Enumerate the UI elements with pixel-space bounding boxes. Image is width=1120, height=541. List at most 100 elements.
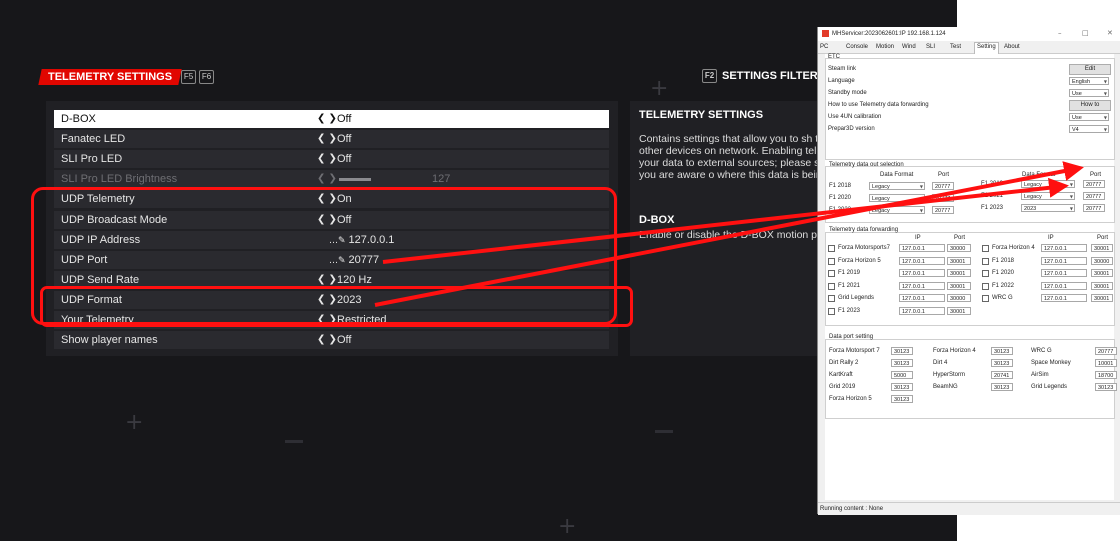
out-format-f1-2018[interactable]: Legacy ▼ xyxy=(869,182,925,190)
tab-console[interactable]: Console xyxy=(846,44,868,50)
tab-wind[interactable]: Wind xyxy=(902,44,916,50)
out-format-f1-2023[interactable]: 2023 ▼ xyxy=(1021,204,1075,212)
port-value-kartkraft[interactable]: 5000 xyxy=(891,371,913,379)
forward-ip-grid-legends[interactable]: 127.0.0.1 xyxy=(899,294,945,302)
forward-ip-wrc-g[interactable]: 127.0.0.1 xyxy=(1041,294,1087,302)
maximize-icon[interactable]: □ xyxy=(1082,29,1089,37)
port-value-wrc-g[interactable]: 20777 xyxy=(1095,347,1117,355)
forward-port-f1-2022[interactable]: 30001 xyxy=(1091,281,1113,290)
forward-port-f1-2020[interactable]: 30001 xyxy=(1091,269,1113,277)
window-titlebar[interactable]: MHServicer:2023062601:IP 192.168.1.124 –… xyxy=(818,27,1120,41)
forward-ip-f1-2018[interactable]: 127.0.0.1 xyxy=(1041,256,1087,265)
port-value-airsim[interactable]: 18700 xyxy=(1095,371,1117,379)
etc-steam-link-button[interactable]: Edit xyxy=(1069,64,1111,75)
tab-pc[interactable]: PC xyxy=(820,44,828,50)
port-value-grid-legends[interactable]: 30123 xyxy=(1095,383,1117,391)
forward-checkbox-f1-2019[interactable] xyxy=(828,270,835,277)
forward-checkbox-wrc-g[interactable] xyxy=(982,295,989,302)
arrows-icon[interactable]: ❮ ❯ xyxy=(317,130,337,148)
forward-port-forza-motorsports7[interactable]: 30000 xyxy=(947,244,971,252)
forward-port-f1-2023[interactable]: 30001 xyxy=(947,306,971,315)
etc-use-4un-calibration-select[interactable]: Use ▼ xyxy=(1069,113,1109,121)
setting-row-sli-pro-led[interactable]: SLI Pro LED ❮ ❯ Off xyxy=(54,150,609,169)
out-port-f1-2022[interactable]: 20777 xyxy=(932,206,954,214)
forward-port-grid-legends[interactable]: 30000 xyxy=(947,294,971,302)
port-value-forza-motorsport-7[interactable]: 30123 xyxy=(891,347,913,355)
forward-port-f1-2019[interactable]: 30001 xyxy=(947,269,971,277)
forward-ip-f1-2019[interactable]: 127.0.0.1 xyxy=(899,269,945,277)
forward-port-forza-horizon-4[interactable]: 30001 xyxy=(1091,244,1113,252)
forward-port-f1-2021[interactable]: 30001 xyxy=(947,281,971,290)
minimize-icon[interactable]: – xyxy=(1058,29,1062,37)
window-tabs: PC Console Motion Wind SLI Test Setting About xyxy=(818,42,1120,54)
forward-ip-forza-motorsports7[interactable]: 127.0.0.1 xyxy=(899,244,945,252)
port-value-beamng[interactable]: 30123 xyxy=(991,383,1013,391)
setting-row-udp-ip-address[interactable]: UDP IP Address …✎ 127.0.0.1 xyxy=(54,230,609,249)
out-format-f1-2020[interactable]: Legacy ▼ xyxy=(869,194,925,202)
tab-motion[interactable]: Motion xyxy=(876,44,894,50)
forward-ip-forza-horizon-5[interactable]: 127.0.0.1 xyxy=(899,256,945,265)
forward-ip-f1-2023[interactable]: 127.0.0.1 xyxy=(899,306,945,315)
setting-row-udp-send-rate[interactable]: UDP Send Rate ❮ ❯ 120 Hz xyxy=(54,270,609,289)
arrows-icon[interactable]: ❮ ❯ xyxy=(317,211,337,229)
forward-checkbox-f1-2020[interactable] xyxy=(982,270,989,277)
forward-checkbox-f1-2018[interactable] xyxy=(982,257,989,265)
forward-port-f1-2018[interactable]: 30000 xyxy=(1091,256,1113,265)
forward-checkbox-forza-horizon-5[interactable] xyxy=(828,257,835,265)
tab-about[interactable]: About xyxy=(1004,44,1020,50)
forward-port-forza-horizon-5[interactable]: 30001 xyxy=(947,256,971,265)
setting-row-your-telemetry[interactable]: Your Telemetry ❮ ❯ Restricted xyxy=(54,311,609,329)
arrows-icon[interactable]: ❮ ❯ xyxy=(317,170,337,188)
tab-sli[interactable]: SLI xyxy=(926,44,935,50)
forward-checkbox-grid-legends[interactable] xyxy=(828,295,835,302)
forward-ip-f1-2021[interactable]: 127.0.0.1 xyxy=(899,281,945,290)
forward-ip-f1-2020[interactable]: 127.0.0.1 xyxy=(1041,269,1087,277)
forward-checkbox-f1-2021[interactable] xyxy=(828,282,835,290)
settings-filter-button[interactable]: F2 SETTINGS FILTER xyxy=(702,69,818,83)
arrows-icon[interactable]: ❮ ❯ xyxy=(317,291,337,309)
port-value-space-monkey[interactable]: 10001 xyxy=(1095,359,1117,367)
port-value-hyperstorm[interactable]: 20741 xyxy=(991,371,1013,379)
port-value-dirt-rally-2[interactable]: 30123 xyxy=(891,359,913,367)
arrows-icon[interactable]: ❮ ❯ xyxy=(317,190,337,208)
out-format-f1-2022[interactable]: Legacy ▼ xyxy=(869,206,925,214)
etc-prepar3d-version-select[interactable]: V4 ▼ xyxy=(1069,125,1109,133)
out-port-f1-2020[interactable]: 20777 xyxy=(932,194,954,202)
etc-standby-mode-select[interactable]: Use ▼ xyxy=(1069,89,1109,97)
forward-checkbox-f1-2022[interactable] xyxy=(982,282,989,290)
etc-language-select[interactable]: English ▼ xyxy=(1069,77,1109,85)
out-port-f1-2021[interactable]: 20777 xyxy=(1083,192,1105,200)
arrows-icon[interactable]: ❮ ❯ xyxy=(317,271,337,289)
port-value-dirt-4[interactable]: 30123 xyxy=(991,359,1013,367)
close-icon[interactable]: ✕ xyxy=(1107,29,1113,37)
setting-row-show-player-names[interactable]: Show player names ❮ ❯ Off xyxy=(54,331,609,350)
forward-checkbox-forza-horizon-4[interactable] xyxy=(982,245,989,252)
setting-row-d-box[interactable]: D-BOX ❮ ❯ Off xyxy=(54,110,609,128)
forward-ip-forza-horizon-4[interactable]: 127.0.0.1 xyxy=(1041,244,1087,252)
forward-port-wrc-g[interactable]: 30001 xyxy=(1091,294,1113,302)
out-format-f1-2021[interactable]: Legacy ▼ xyxy=(1021,192,1075,200)
port-value-forza-horizon-4[interactable]: 30123 xyxy=(991,347,1013,355)
forward-checkbox-forza-motorsports7[interactable] xyxy=(828,245,835,252)
forward-checkbox-f1-2023[interactable] xyxy=(828,307,835,315)
arrows-icon[interactable]: ❮ ❯ xyxy=(317,311,337,329)
arrows-icon[interactable]: ❮ ❯ xyxy=(317,110,337,128)
out-format-f1-2019[interactable]: Legacy ▼ xyxy=(1021,180,1075,188)
out-port-f1-2018[interactable]: 20777 xyxy=(932,182,954,190)
out-port-f1-2019[interactable]: 20777 xyxy=(1083,180,1105,188)
setting-row-udp-broadcast-mode[interactable]: UDP Broadcast Mode ❮ ❯ Off xyxy=(54,210,609,229)
setting-row-fanatec-led[interactable]: Fanatec LED ❮ ❯ Off xyxy=(54,130,609,149)
setting-row-udp-telemetry[interactable]: UDP Telemetry ❮ ❯ On xyxy=(54,190,609,209)
port-value-grid-2019[interactable]: 30123 xyxy=(891,383,913,391)
etc-how-to-use-telemetry-data-forwarding-button[interactable]: How to xyxy=(1069,100,1111,111)
forward-ip-f1-2022[interactable]: 127.0.0.1 xyxy=(1041,281,1087,290)
setting-row-udp-format[interactable]: UDP Format ❮ ❯ 2023 xyxy=(54,290,609,309)
tab-setting[interactable]: Setting xyxy=(974,42,999,54)
setting-row-udp-port[interactable]: UDP Port …✎ 20777 xyxy=(54,250,609,269)
port-value-forza-horizon-5[interactable]: 30123 xyxy=(891,395,913,403)
arrows-icon[interactable]: ❮ ❯ xyxy=(317,150,337,168)
telemetry-settings-tab[interactable]: TELEMETRY SETTINGS xyxy=(38,69,182,85)
out-port-f1-2023[interactable]: 20777 xyxy=(1083,204,1105,212)
tab-test[interactable]: Test xyxy=(950,44,961,50)
arrows-icon[interactable]: ❮ ❯ xyxy=(317,331,337,349)
